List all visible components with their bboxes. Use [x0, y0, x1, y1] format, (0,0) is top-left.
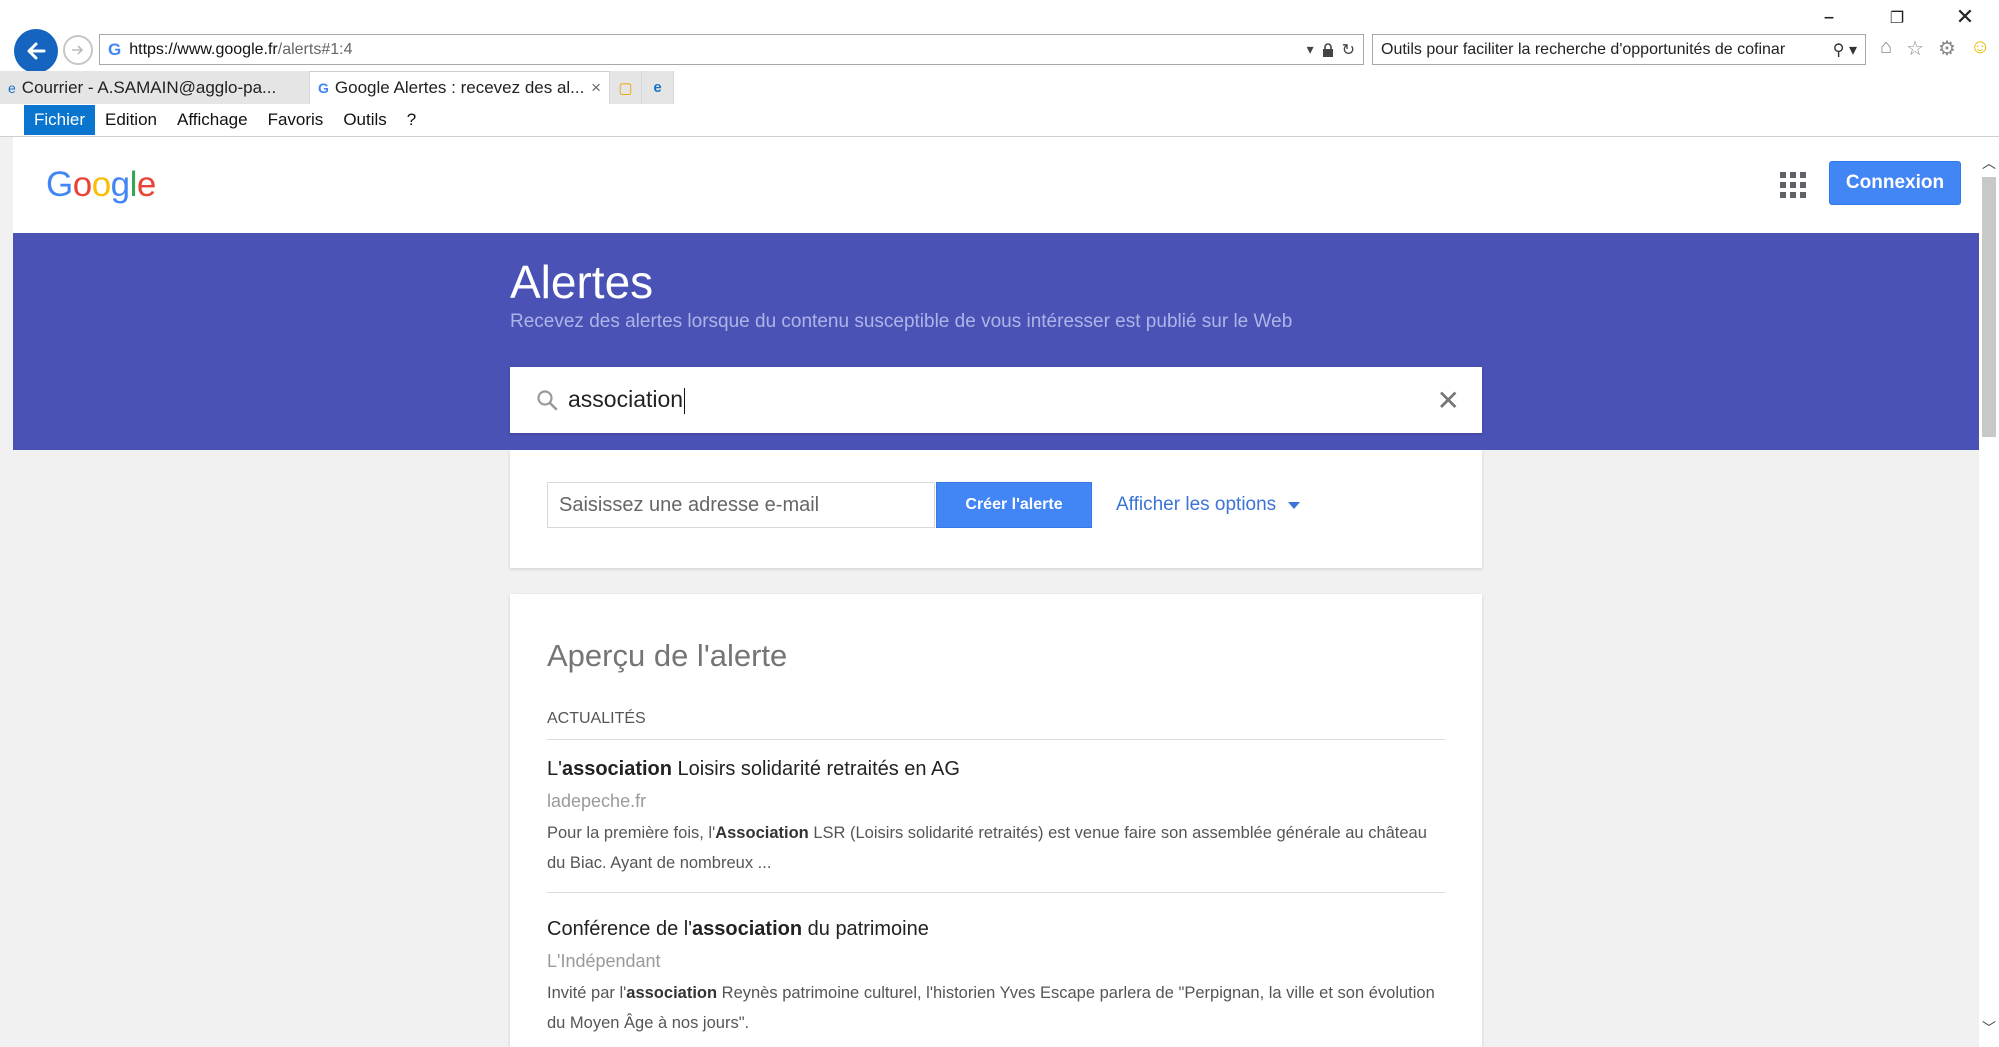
divider: [547, 739, 1445, 740]
minimize-button[interactable]: –: [1795, 2, 1863, 32]
dropdown-triangle-icon: [1288, 501, 1301, 509]
address-bar[interactable]: G https://www.google.fr/alerts#1:4 ▾ ↻: [99, 34, 1364, 65]
menu-help[interactable]: ?: [397, 105, 426, 135]
email-field[interactable]: [547, 482, 935, 528]
back-arrow-icon: [27, 42, 46, 60]
alert-options-card: Créer l'alerte Afficher les options: [510, 450, 1482, 568]
menu-bar: Fichier Edition Affichage Favoris Outils…: [0, 104, 1999, 137]
browser-chrome: – ❐ ✕ G https://www.google.fr/alerts#1:4…: [0, 0, 1999, 137]
window-controls: – ❐ ✕: [1795, 2, 1999, 32]
ie-tab-button[interactable]: e: [642, 71, 674, 104]
google-header: Google Connexion: [13, 137, 1979, 233]
article-item: L'association Loisirs solidarité retrait…: [547, 758, 1445, 878]
show-options-link[interactable]: Afficher les options: [1116, 494, 1301, 516]
alerts-banner: Alertes Recevez des alertes lorsque du c…: [13, 233, 1979, 450]
url-text: https://www.google.fr/alerts#1:4: [129, 40, 353, 58]
lock-icon: [1322, 42, 1333, 57]
restore-button[interactable]: ❐: [1863, 2, 1931, 32]
tab-strip: e Courrier - A.SAMAIN@agglo-pa... G Goog…: [0, 71, 674, 104]
ie-mail-icon: e: [8, 79, 16, 96]
tab-close-icon[interactable]: ×: [591, 78, 601, 98]
close-window-button[interactable]: ✕: [1931, 2, 1999, 32]
query-text[interactable]: association: [568, 386, 685, 414]
menu-affichage[interactable]: Affichage: [167, 105, 258, 135]
new-tab-button[interactable]: ▢: [610, 71, 642, 104]
preview-title: Aperçu de l'alerte: [547, 638, 788, 673]
dropdown-arrow-icon[interactable]: ▾: [1307, 41, 1314, 58]
scroll-down-icon[interactable]: ﹀: [1979, 1017, 1999, 1039]
connexion-button[interactable]: Connexion: [1829, 161, 1961, 205]
create-alert-button[interactable]: Créer l'alerte: [936, 482, 1092, 528]
refresh-icon[interactable]: ↻: [1342, 40, 1355, 60]
google-g-icon: G: [318, 80, 329, 96]
new-tab-icon: ▢: [618, 79, 633, 97]
google-favicon-icon: G: [108, 39, 122, 59]
page-content: Google Connexion Alertes Recevez des ale…: [13, 137, 1979, 1047]
alert-preview-card: Aperçu de l'alerte ACTUALITÉS L'associat…: [510, 594, 1482, 1047]
alert-query-input[interactable]: association ✕: [510, 367, 1482, 433]
search-icon[interactable]: ⚲ ▾: [1824, 39, 1865, 60]
settings-gear-icon[interactable]: ⚙: [1938, 36, 1956, 61]
forward-button[interactable]: [63, 35, 93, 65]
vertical-scrollbar[interactable]: ︿ ﹀: [1979, 137, 1999, 1047]
tab-courrier[interactable]: e Courrier - A.SAMAIN@agglo-pa...: [0, 71, 310, 104]
google-apps-grid-icon[interactable]: [1780, 172, 1806, 198]
ie-logo-icon: e: [653, 79, 662, 96]
menu-edition[interactable]: Edition: [95, 105, 167, 135]
tab-google-alertes[interactable]: G Google Alertes : recevez des al... ×: [310, 71, 610, 104]
article-title[interactable]: L'association Loisirs solidarité retrait…: [547, 758, 1445, 781]
article-source: L'Indépendant: [547, 951, 661, 971]
clear-query-icon[interactable]: ✕: [1437, 384, 1460, 417]
smiley-feedback-icon[interactable]: ☺: [1970, 36, 1990, 61]
page-title: Alertes: [510, 256, 654, 308]
scrollbar-thumb[interactable]: [1982, 177, 1996, 437]
divider: [547, 892, 1445, 893]
search-icon: [537, 390, 558, 411]
back-button[interactable]: [14, 29, 58, 73]
menu-outils[interactable]: Outils: [333, 105, 396, 135]
section-label: ACTUALITÉS: [547, 710, 646, 727]
home-icon[interactable]: ⌂: [1880, 36, 1892, 61]
browser-search-box[interactable]: Outils pour faciliter la recherche d'opp…: [1372, 34, 1866, 65]
article-source: ladepeche.fr: [547, 791, 647, 811]
menu-fichier[interactable]: Fichier: [24, 105, 96, 135]
google-logo[interactable]: Google: [46, 165, 156, 205]
page-subtitle: Recevez des alertes lorsque du contenu s…: [510, 311, 1293, 332]
favorites-star-icon[interactable]: ☆: [1906, 36, 1924, 61]
scroll-up-icon[interactable]: ︿: [1979, 152, 1999, 174]
article-item: Conférence de l'association du patrimoin…: [547, 918, 1445, 1038]
article-title[interactable]: Conférence de l'association du patrimoin…: [547, 918, 1445, 941]
menu-favoris[interactable]: Favoris: [258, 105, 334, 135]
article-snippet: Invité par l'association Reynès patrimoi…: [547, 984, 1435, 1032]
article-snippet: Pour la première fois, l'Association LSR…: [547, 824, 1427, 872]
forward-arrow-icon: [72, 45, 84, 55]
